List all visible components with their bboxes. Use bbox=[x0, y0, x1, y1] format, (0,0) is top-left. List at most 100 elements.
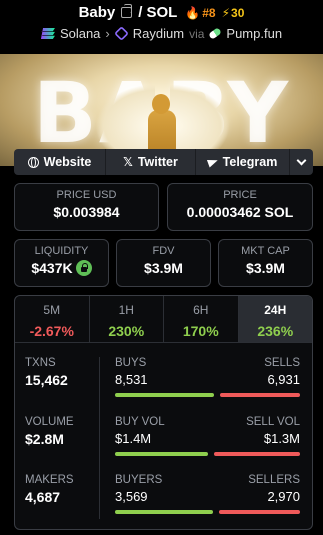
lock-icon[interactable] bbox=[75, 260, 92, 276]
buys-bar-fill bbox=[115, 393, 215, 397]
tab-1h-change: 230% bbox=[108, 323, 145, 339]
rank-value: #8 bbox=[202, 5, 216, 20]
mktcap-value: $3.9M bbox=[246, 260, 285, 276]
price-native-card: PRICE 0.00003462 SOL bbox=[167, 183, 313, 231]
buy-vol-value: $1.4M bbox=[115, 431, 152, 446]
tab-24h[interactable]: 24H 236% bbox=[238, 296, 312, 342]
mktcap-card: MKT CAP $3.9M bbox=[218, 239, 313, 287]
chevron-down-icon bbox=[296, 155, 307, 165]
launchpad-name[interactable]: Pump.fun bbox=[226, 26, 282, 41]
volume-stat: VOLUME $2.8M bbox=[25, 416, 74, 447]
buy-vol-label: BUY VOL bbox=[115, 416, 165, 428]
x-icon: 𝕏 bbox=[123, 155, 133, 169]
boost-value: 30 bbox=[231, 5, 245, 20]
txns-stat: TXNS 15,462 bbox=[25, 357, 68, 388]
price-usd-value: $0.003984 bbox=[53, 204, 120, 220]
buys-sells-stat: BUYS SELLS 8,531 6,931 bbox=[115, 357, 300, 397]
makers-stat: MAKERS 4,687 bbox=[25, 474, 74, 505]
tab-5m-label: 5M bbox=[43, 303, 61, 317]
buys-sells-bar bbox=[115, 393, 300, 397]
price-usd-card: PRICE USD $0.003984 bbox=[14, 183, 159, 231]
tab-5m[interactable]: 5M -2.67% bbox=[15, 296, 90, 342]
telegram-button[interactable]: Telegram bbox=[196, 149, 290, 175]
chain-breadcrumb: Solana › Raydium via Pump.fun bbox=[0, 26, 323, 41]
liquidity-card: LIQUIDITY $437K bbox=[14, 239, 109, 287]
globe-icon bbox=[27, 156, 39, 168]
twitter-label: Twitter bbox=[137, 155, 178, 169]
mktcap-label: MKT CAP bbox=[241, 245, 290, 257]
fdv-card: FDV $3.9M bbox=[116, 239, 211, 287]
tab-5m-change: -2.67% bbox=[29, 323, 74, 339]
buyers-label: BUYERS bbox=[115, 474, 163, 486]
sells-value: 6,931 bbox=[267, 372, 300, 387]
wing-right-graphic bbox=[170, 84, 230, 154]
copy-icon[interactable] bbox=[121, 4, 133, 18]
buy-vol-bar-fill bbox=[115, 452, 208, 456]
lightning-icon: ⚡ bbox=[221, 5, 231, 20]
buyers-value: 3,569 bbox=[115, 489, 148, 504]
makers-value: 4,687 bbox=[25, 489, 61, 505]
liquidity-label: LIQUIDITY bbox=[34, 245, 89, 257]
buys-value: 8,531 bbox=[115, 372, 148, 387]
sells-label: SELLS bbox=[264, 357, 300, 369]
trending-rank[interactable]: 🔥 #8 bbox=[185, 6, 215, 20]
tab-1h[interactable]: 1H 230% bbox=[90, 296, 164, 342]
price-native-value: 0.00003462 SOL bbox=[186, 204, 294, 220]
stats-divider bbox=[99, 357, 100, 519]
txns-value: 15,462 bbox=[25, 372, 68, 388]
liquidity-value-row: $437K bbox=[15, 260, 108, 276]
pair-separator: / bbox=[138, 4, 143, 21]
buys-label: BUYS bbox=[115, 357, 147, 369]
price-native-label: PRICE bbox=[223, 189, 257, 201]
price-usd-label: PRICE USD bbox=[56, 189, 117, 201]
dex-name[interactable]: Raydium bbox=[133, 26, 184, 41]
deer-head-graphic bbox=[152, 94, 170, 114]
tab-24h-label: 24H bbox=[264, 303, 287, 317]
trading-stats-panel: 5M -2.67% 1H 230% 6H 170% 24H 236% TXNS … bbox=[14, 295, 313, 530]
tab-24h-change: 236% bbox=[257, 323, 294, 339]
pumpfun-icon bbox=[208, 27, 223, 40]
telegram-icon bbox=[206, 156, 219, 168]
buyers-bar-fill bbox=[115, 510, 213, 514]
flame-icon: 🔥 bbox=[185, 5, 201, 20]
chevron-right-icon: › bbox=[105, 26, 110, 41]
tab-6h-label: 6H bbox=[193, 303, 209, 317]
sell-vol-value: $1.3M bbox=[263, 431, 300, 446]
timeframe-tabs: 5M -2.67% 1H 230% 6H 170% 24H 236% bbox=[15, 296, 312, 343]
sellers-label: SELLERS bbox=[248, 474, 300, 486]
tab-6h-change: 170% bbox=[182, 323, 219, 339]
pair-title: Baby / SOL 🔥 #8 ⚡ 30 bbox=[0, 4, 323, 21]
token-name: Baby bbox=[78, 4, 116, 21]
volume-value: $2.8M bbox=[25, 431, 64, 447]
tab-6h[interactable]: 6H 170% bbox=[164, 296, 239, 342]
stats-grid: TXNS 15,462 VOLUME $2.8M MAKERS 4,687 BU… bbox=[15, 343, 312, 529]
website-label: Website bbox=[43, 155, 92, 169]
boost-badge[interactable]: ⚡ 30 bbox=[222, 6, 245, 20]
website-button[interactable]: Website bbox=[14, 149, 106, 175]
sellers-bar-fill bbox=[219, 510, 300, 514]
via-label: via bbox=[189, 26, 205, 41]
volume-label: VOLUME bbox=[25, 416, 74, 428]
buy-sell-volume-stat: BUY VOL SELL VOL $1.4M $1.3M bbox=[115, 416, 300, 456]
twitter-button[interactable]: 𝕏 Twitter bbox=[106, 149, 196, 175]
chain-name[interactable]: Solana bbox=[60, 26, 100, 41]
buyers-sellers-bar bbox=[115, 510, 300, 514]
liquidity-value: $437K bbox=[31, 260, 73, 276]
fdv-value: $3.9M bbox=[144, 260, 183, 276]
txns-label: TXNS bbox=[25, 357, 56, 369]
sells-bar-fill bbox=[220, 393, 300, 397]
fdv-label: FDV bbox=[152, 245, 175, 257]
telegram-label: Telegram bbox=[222, 155, 278, 169]
wing-left-graphic bbox=[95, 84, 155, 154]
volume-bar bbox=[115, 452, 300, 456]
quote-token: SOL bbox=[146, 4, 178, 21]
sell-vol-label: SELL VOL bbox=[246, 416, 300, 428]
makers-label: MAKERS bbox=[25, 474, 74, 486]
tab-1h-label: 1H bbox=[118, 303, 134, 317]
more-links-dropdown[interactable] bbox=[290, 149, 313, 175]
social-links-bar: Website 𝕏 Twitter Telegram bbox=[14, 149, 313, 175]
raydium-icon bbox=[113, 26, 129, 41]
sell-vol-bar-fill bbox=[214, 452, 300, 456]
pair-header: Baby / SOL 🔥 #8 ⚡ 30 Solana › Raydium via … bbox=[0, 0, 323, 52]
buyers-sellers-stat: BUYERS SELLERS 3,569 2,970 bbox=[115, 474, 300, 514]
